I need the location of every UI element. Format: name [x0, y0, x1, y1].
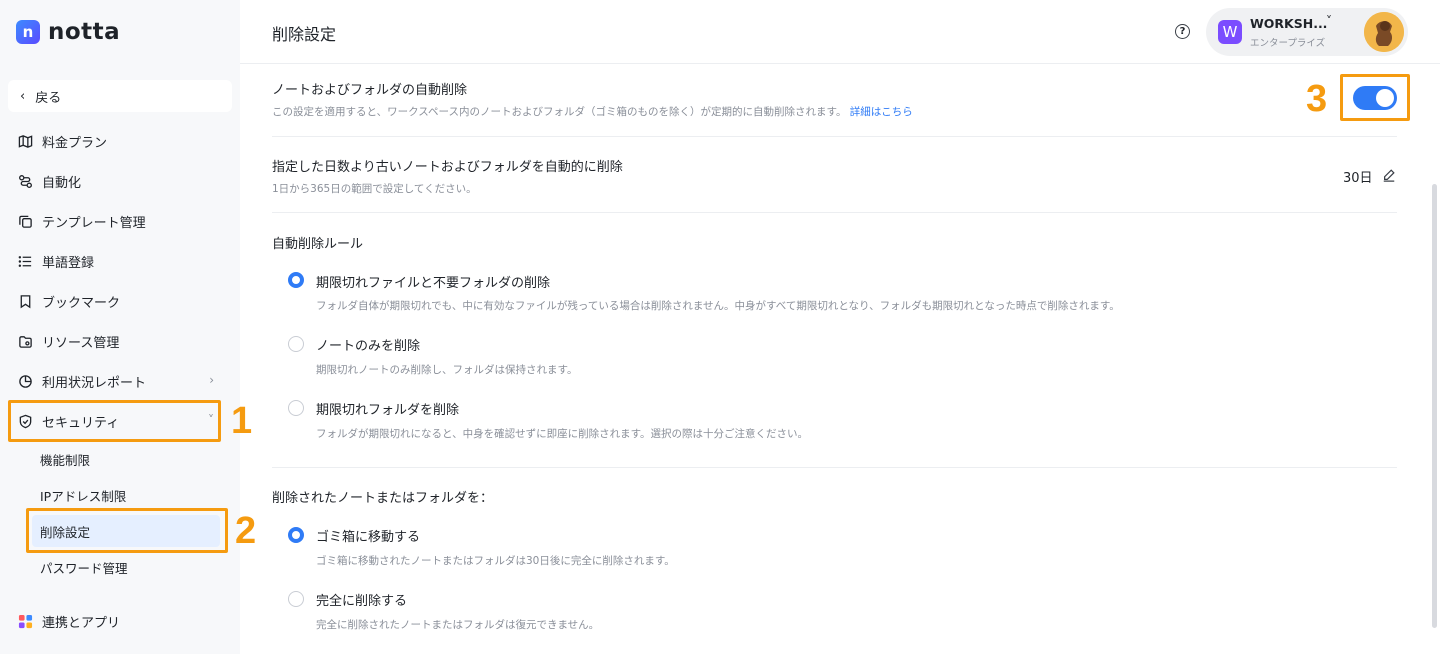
- days-value: 30日: [1343, 171, 1373, 186]
- shield-icon: [16, 412, 34, 430]
- rule-option-desc: フォルダ自体が期限切れでも、中に有効なファイルが残っている場合は削除されません。…: [316, 300, 1120, 312]
- auto-delete-desc-text: この設定を適用すると、ワークスペース内のノートおよびフォルダ（ゴミ箱のものを除く…: [272, 106, 847, 118]
- sidebar-sub-password-management[interactable]: パスワード管理: [32, 551, 220, 583]
- workspace-name: WORKSH...: [1250, 16, 1328, 31]
- sidebar-item-label: 自動化: [42, 175, 82, 191]
- sidebar-item-label: 利用状況レポート: [42, 375, 147, 391]
- sidebar-item-pricing[interactable]: 料金プラン: [8, 123, 232, 159]
- avatar[interactable]: [1364, 12, 1404, 52]
- sidebar-item-vocabulary[interactable]: 単語登録: [8, 243, 232, 279]
- chevron-left-icon: ‹: [20, 88, 26, 104]
- sidebar-sub-ip-restriction[interactable]: IPアドレス制限: [32, 479, 220, 511]
- older-than-desc: 1日から365日の範囲で設定してください。: [272, 183, 477, 195]
- rule-option-desc: 期限切れノートのみ削除し、フォルダは保持されます。: [316, 364, 578, 376]
- sidebar-item-integrations[interactable]: 連携とアプリ: [8, 603, 232, 639]
- annotation-number-1: 1: [231, 400, 253, 442]
- delete-permanently-radio[interactable]: [288, 591, 304, 607]
- auto-delete-toggle[interactable]: [1353, 86, 1397, 110]
- auto-delete-desc: この設定を適用すると、ワークスペース内のノートおよびフォルダ（ゴミ箱のものを除く…: [272, 104, 913, 119]
- apps-icon: [16, 612, 34, 630]
- workspace-badge: W: [1218, 20, 1242, 44]
- divider: [272, 212, 1397, 213]
- toggle-knob: [1376, 89, 1394, 107]
- sidebar-item-templates[interactable]: テンプレート管理: [8, 203, 232, 239]
- rules-title: 自動削除ルール: [272, 237, 364, 252]
- map-icon: [16, 132, 34, 150]
- resource-icon: [16, 332, 34, 350]
- list-icon: [16, 252, 34, 270]
- back-label: 戻る: [35, 90, 62, 106]
- sidebar-sub-feature-restriction[interactable]: 機能制限: [32, 443, 220, 475]
- workspace-plan: エンタープライズ: [1250, 38, 1326, 49]
- deleted-option-desc: ゴミ箱に移動されたノートまたはフォルダは30日後に完全に削除されます。: [316, 555, 675, 567]
- sidebar-item-label: セキュリティ: [42, 415, 120, 431]
- sidebar-item-label: 料金プラン: [42, 135, 108, 151]
- sidebar-item-label: 単語登録: [42, 255, 95, 271]
- rule-option-notes-only-radio[interactable]: [288, 336, 304, 352]
- sidebar-item-usage-report[interactable]: 利用状況レポート ›: [8, 363, 232, 399]
- report-icon: [16, 372, 34, 390]
- auto-delete-title: ノートおよびフォルダの自動削除: [272, 83, 468, 98]
- automation-icon: [16, 172, 34, 190]
- rule-option-label[interactable]: 期限切れフォルダを削除: [316, 399, 459, 418]
- divider: [272, 467, 1397, 468]
- deleted-option-label[interactable]: ゴミ箱に移動する: [316, 526, 420, 545]
- rule-option-expired-radio[interactable]: [288, 272, 304, 288]
- sidebar-item-label: リソース管理: [42, 335, 120, 351]
- header: 削除設定 ? W WORKSH... ˅ エンタープライズ: [240, 0, 1440, 64]
- sidebar-item-resources[interactable]: リソース管理: [8, 323, 232, 359]
- sidebar-item-security[interactable]: セキュリティ ˅: [8, 403, 232, 439]
- workspace-switcher[interactable]: W WORKSH... ˅ エンタープライズ: [1206, 8, 1408, 56]
- older-than-title: 指定した日数より古いノートおよびフォルダを自動的に削除: [272, 160, 623, 175]
- move-to-trash-radio[interactable]: [288, 527, 304, 543]
- sidebar-item-automation[interactable]: 自動化: [8, 163, 232, 199]
- chevron-down-icon: ˅: [1326, 14, 1332, 28]
- divider: [272, 136, 1397, 137]
- edit-icon[interactable]: [1382, 167, 1396, 182]
- app-logo[interactable]: n notta: [16, 18, 120, 46]
- rule-option-folders-radio[interactable]: [288, 400, 304, 416]
- annotation-number-2: 2: [235, 510, 257, 552]
- template-icon: [16, 212, 34, 230]
- sidebar-item-label: テンプレート管理: [42, 215, 146, 231]
- notta-logo-icon: n: [16, 20, 40, 44]
- sidebar: n notta ‹ 戻る 料金プラン 自動化 テンプレート管理 単語登録 ブック…: [0, 0, 240, 654]
- deleted-option-label[interactable]: 完全に削除する: [316, 590, 407, 609]
- chevron-down-icon: ˅: [208, 413, 214, 427]
- sidebar-item-label: ブックマーク: [42, 295, 121, 311]
- chevron-right-icon: ›: [209, 373, 214, 387]
- deleted-action-title: 削除されたノートまたはフォルダを：: [272, 491, 494, 506]
- app-name: notta: [48, 19, 121, 45]
- scrollbar[interactable]: [1432, 184, 1437, 628]
- back-button[interactable]: ‹ 戻る: [8, 80, 232, 112]
- learn-more-link[interactable]: 詳細はこちら: [850, 106, 913, 118]
- rule-option-label[interactable]: 期限切れファイルと不要フォルダの削除: [316, 272, 550, 291]
- sidebar-item-label: 連携とアプリ: [42, 615, 121, 631]
- help-icon[interactable]: ?: [1175, 24, 1190, 39]
- deleted-option-desc: 完全に削除されたノートまたはフォルダは復元できません。: [316, 619, 600, 631]
- rule-option-label[interactable]: ノートのみを削除: [316, 335, 420, 354]
- bookmark-icon: [16, 292, 34, 310]
- sidebar-sub-delete-settings[interactable]: 削除設定: [32, 515, 220, 547]
- page-title: 削除設定: [272, 25, 337, 44]
- rule-option-desc: フォルダが期限切れになると、中身を確認せずに即座に削除されます。選択の際は十分ご…: [316, 428, 809, 440]
- annotation-number-3: 3: [1306, 78, 1328, 120]
- sidebar-item-bookmarks[interactable]: ブックマーク: [8, 283, 232, 319]
